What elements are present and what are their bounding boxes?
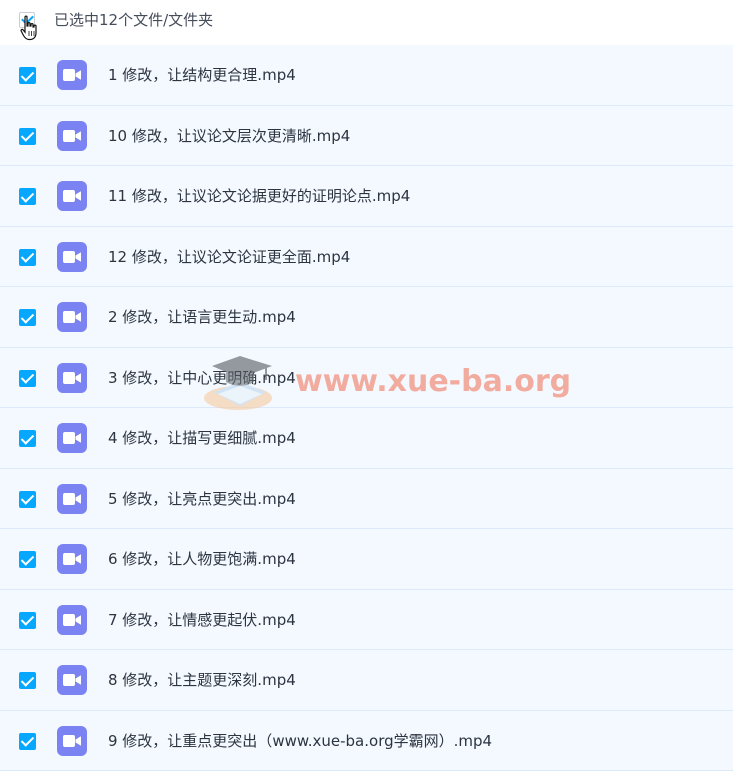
video-file-icon bbox=[57, 725, 87, 756]
row-checkbox[interactable] bbox=[19, 490, 36, 508]
video-file-icon bbox=[57, 60, 87, 90]
file-row[interactable]: 3 修改，让中心更明确.mp4 bbox=[0, 347, 733, 408]
file-name[interactable]: 3 修改，让中心更明确.mp4 bbox=[108, 368, 296, 388]
file-row[interactable]: 7 修改，让情感更起伏.mp4 bbox=[0, 589, 733, 650]
file-name[interactable]: 2 修改，让语言更生动.mp4 bbox=[108, 307, 296, 327]
hand-pointer-icon bbox=[20, 15, 37, 41]
row-checkbox[interactable] bbox=[19, 732, 36, 750]
row-checkbox[interactable] bbox=[19, 309, 36, 326]
checkmark-icon bbox=[20, 249, 35, 263]
video-file-icon bbox=[57, 604, 87, 635]
video-file-icon bbox=[57, 362, 87, 393]
file-row[interactable]: 4 修改，让描写更细腻.mp4 bbox=[0, 408, 733, 469]
file-row[interactable]: 5 修改，让亮点更突出.mp4 bbox=[0, 468, 733, 529]
row-checkbox[interactable] bbox=[19, 430, 36, 447]
checkmark-icon bbox=[20, 370, 35, 384]
row-checkbox[interactable] bbox=[19, 127, 36, 145]
file-name[interactable]: 10 修改，让议论文层次更清晰.mp4 bbox=[108, 126, 350, 146]
file-row[interactable]: 12 修改，让议论文论证更全面.mp4 bbox=[0, 226, 733, 287]
file-row[interactable]: 6 修改，让人物更饱满.mp4 bbox=[0, 529, 733, 590]
checkmark-icon bbox=[20, 612, 35, 626]
row-checkbox[interactable] bbox=[19, 672, 36, 689]
checkmark-icon bbox=[20, 551, 35, 566]
checkmark-icon bbox=[20, 188, 35, 203]
row-checkbox[interactable] bbox=[19, 369, 36, 387]
selection-header: 已选中12个文件/文件夹 bbox=[0, 0, 733, 45]
row-checkbox[interactable] bbox=[19, 551, 36, 568]
checkmark-icon bbox=[20, 491, 35, 505]
file-row[interactable]: 9 修改，让重点更突出（www.xue-ba.org学霸网）.mp4 bbox=[0, 710, 733, 771]
file-name[interactable]: 9 修改，让重点更突出（www.xue-ba.org学霸网）.mp4 bbox=[108, 731, 492, 751]
video-file-icon bbox=[57, 302, 87, 332]
row-checkbox[interactable] bbox=[19, 67, 36, 84]
video-file-icon bbox=[57, 665, 87, 695]
file-name[interactable]: 8 修改，让主题更深刻.mp4 bbox=[108, 670, 296, 690]
video-file-icon bbox=[57, 241, 87, 272]
checkmark-icon bbox=[20, 430, 35, 445]
file-name[interactable]: 11 修改，让议论文论据更好的证明论点.mp4 bbox=[108, 186, 410, 206]
checkmark-icon bbox=[20, 672, 35, 687]
file-name[interactable]: 1 修改，让结构更合理.mp4 bbox=[108, 65, 296, 85]
file-name[interactable]: 4 修改，让描写更细腻.mp4 bbox=[108, 428, 296, 448]
video-file-icon bbox=[57, 423, 87, 453]
file-name[interactable]: 6 修改，让人物更饱满.mp4 bbox=[108, 549, 296, 569]
file-name[interactable]: 12 修改，让议论文论证更全面.mp4 bbox=[108, 247, 350, 267]
checkmark-icon bbox=[20, 67, 35, 82]
file-name[interactable]: 7 修改，让情感更起伏.mp4 bbox=[108, 610, 296, 630]
video-file-icon bbox=[57, 483, 87, 514]
file-row[interactable]: 1 修改，让结构更合理.mp4 bbox=[0, 45, 733, 106]
file-name[interactable]: 5 修改，让亮点更突出.mp4 bbox=[108, 489, 296, 509]
file-row[interactable]: 11 修改，让议论文论据更好的证明论点.mp4 bbox=[0, 166, 733, 227]
checkmark-icon bbox=[20, 733, 35, 747]
row-checkbox[interactable] bbox=[19, 188, 36, 205]
checkmark-icon bbox=[20, 128, 35, 142]
file-list-page: 已选中12个文件/文件夹 1 修改，让结构更合理.mp4 10 修改，让议论文层… bbox=[0, 0, 733, 775]
file-row[interactable]: 10 修改，让议论文层次更清晰.mp4 bbox=[0, 105, 733, 166]
row-checkbox[interactable] bbox=[19, 248, 36, 266]
video-file-icon bbox=[57, 544, 87, 574]
video-file-icon bbox=[57, 181, 87, 211]
file-row[interactable]: 8 修改，让主题更深刻.mp4 bbox=[0, 650, 733, 711]
selection-count-label: 已选中12个文件/文件夹 bbox=[54, 11, 214, 29]
file-list: 1 修改，让结构更合理.mp4 10 修改，让议论文层次更清晰.mp4 11 修… bbox=[0, 45, 733, 771]
video-file-icon bbox=[57, 120, 87, 151]
file-row[interactable]: 2 修改，让语言更生动.mp4 bbox=[0, 287, 733, 348]
row-checkbox[interactable] bbox=[19, 611, 36, 629]
checkmark-icon bbox=[20, 309, 35, 324]
